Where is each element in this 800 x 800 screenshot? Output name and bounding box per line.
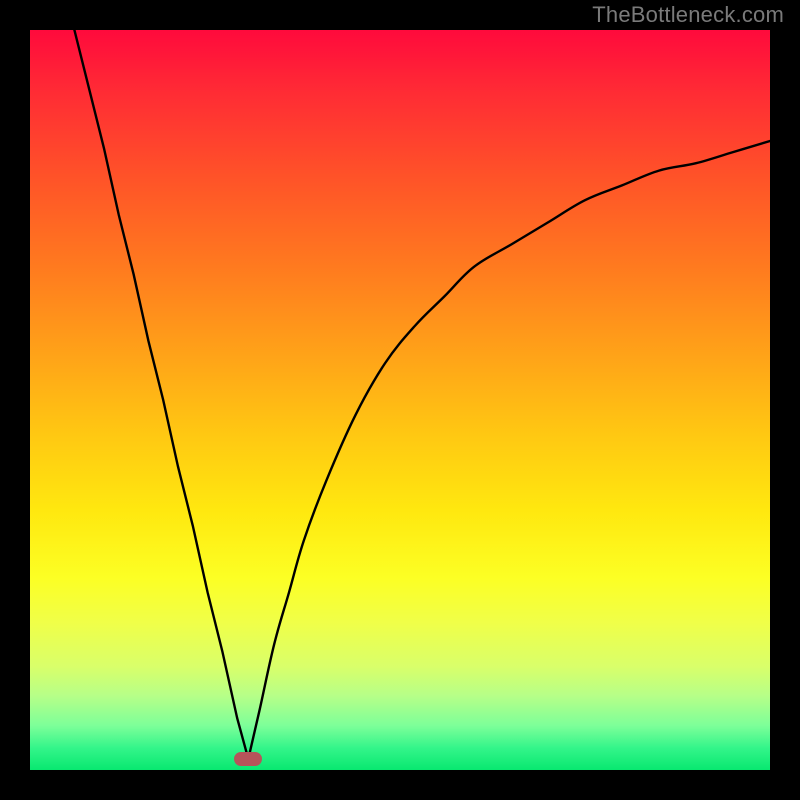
chart-frame: TheBottleneck.com <box>0 0 800 800</box>
watermark-text: TheBottleneck.com <box>592 2 784 28</box>
plot-area <box>30 30 770 770</box>
bottleneck-curve <box>74 30 770 759</box>
min-point-marker <box>234 752 262 766</box>
curve-layer <box>30 30 770 770</box>
